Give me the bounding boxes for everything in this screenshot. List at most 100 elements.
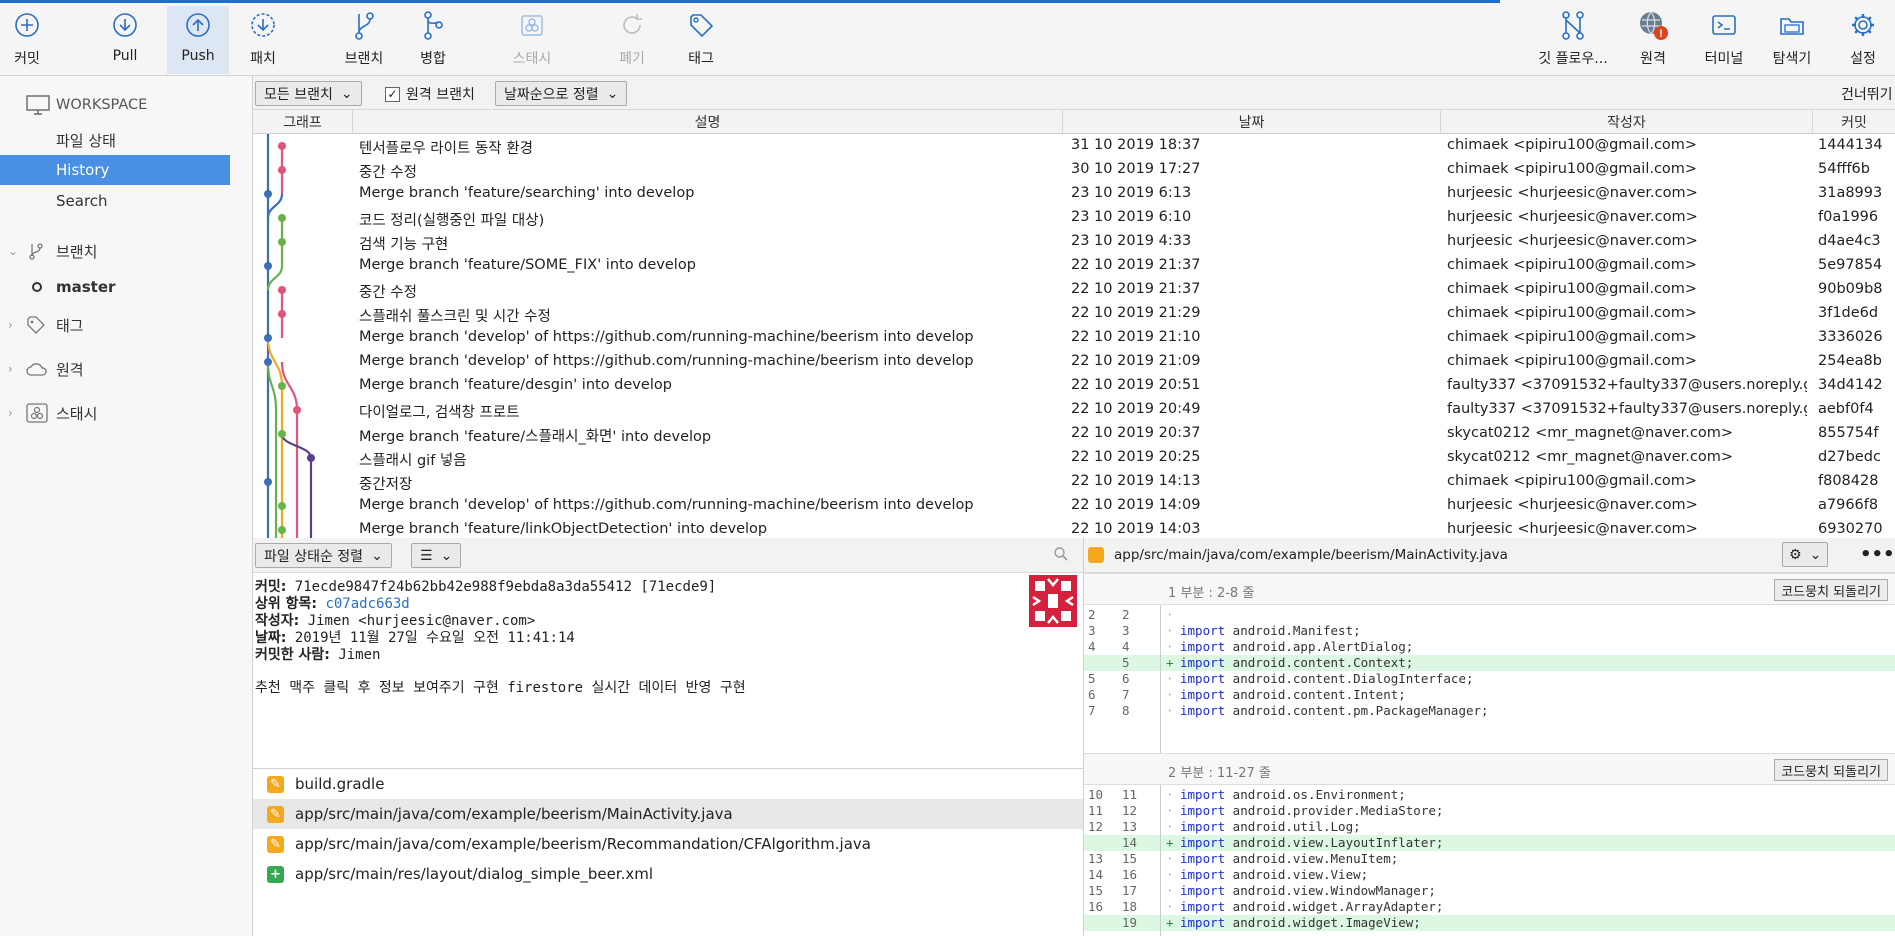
checkbox-checked-icon[interactable]: ✓: [385, 86, 400, 102]
chevron-down-icon: ⌄: [371, 547, 383, 564]
column-header-graph[interactable]: 그래프: [253, 110, 353, 134]
table-row[interactable]: 텐서플로우 라이트 동작 환경 31 10 2019 18:37 chimaek <…: [253, 134, 1895, 158]
remote-button[interactable]: ! 원격: [1630, 6, 1676, 74]
diff-line[interactable]: 4 4 · import android.app.AlertDialog;: [1084, 639, 1895, 655]
discard-button[interactable]: 폐기: [609, 6, 655, 74]
diff-line[interactable]: 15 17 · import android.view.WindowManager;: [1084, 883, 1895, 899]
diff-line[interactable]: 2 2 ·: [1084, 607, 1895, 623]
row-author: hurjeesic <hurjeesic@naver.com>: [1447, 209, 1698, 225]
revert-hunk-button-1[interactable]: 코드뭉치 되돌리기: [1774, 579, 1888, 601]
diff-line[interactable]: 5 6 · import android.content.DialogInterfac…: [1084, 671, 1895, 687]
diff-line[interactable]: 10 11 · import android.os.Environment;: [1084, 787, 1895, 803]
row-author: skycat0212 <mr_magnet@naver.com>: [1447, 425, 1733, 441]
branch-filter-dropdown[interactable]: 모든 브랜치 ⌄: [255, 81, 362, 106]
table-row[interactable]: Merge branch 'feature/linkObjectDetectio…: [253, 518, 1895, 538]
sidebar-section-branches[interactable]: ⌄ 브랜치: [0, 236, 230, 266]
row-commit-hash: 34d4142: [1818, 377, 1883, 393]
diff-line[interactable]: 6 7 · import android.content.Intent;: [1084, 687, 1895, 703]
diff-line[interactable]: 14 16 · import android.view.View;: [1084, 867, 1895, 883]
file-list-item[interactable]: ✎ app/src/main/java/com/example/beerism/R…: [253, 829, 1083, 859]
keyword-token: import: [1180, 671, 1226, 686]
merge-button[interactable]: 병합: [410, 6, 456, 74]
sidebar-item-search[interactable]: Search: [0, 186, 230, 216]
pull-button[interactable]: Pull: [102, 6, 148, 74]
column-header-author[interactable]: 작성자: [1441, 110, 1813, 134]
table-row[interactable]: Merge branch 'feature/desgin' into devel…: [253, 374, 1895, 398]
column-header-date[interactable]: 날짜: [1063, 110, 1441, 134]
revert-hunk-button-2[interactable]: 코드뭉치 되돌리기: [1774, 759, 1888, 781]
push-button[interactable]: Push: [167, 6, 229, 74]
tag-button[interactable]: 태그: [678, 6, 724, 74]
file-path: app/src/main/res/layout/dialog_simple_be…: [295, 865, 654, 883]
diff-line-added[interactable]: 5 + import android.content.Context;: [1084, 655, 1895, 671]
keyword-token: import: [1180, 787, 1226, 802]
table-row[interactable]: 스플래쉬 풀스크린 및 시간 수정 22 10 2019 21:29 chimaek…: [253, 302, 1895, 326]
table-row[interactable]: 중간 수정 30 10 2019 17:27 chimaek <pipiru100@…: [253, 158, 1895, 182]
git-flow-button[interactable]: 깃 플로우...: [1532, 6, 1614, 74]
terminal-button[interactable]: 터미널: [1700, 6, 1748, 74]
remote-branches-label: 원격 브랜치: [406, 87, 475, 103]
diff-line[interactable]: 7 8 · import android.content.pm.PackageMana…: [1084, 703, 1895, 719]
settings-button[interactable]: 설정: [1840, 6, 1886, 74]
chevron-right-icon: ›: [8, 406, 13, 420]
diff-line[interactable]: 3 3 · import android.Manifest;: [1084, 623, 1895, 639]
table-row[interactable]: 중간 수정 22 10 2019 21:37 chimaek <pipiru100@…: [253, 278, 1895, 302]
sidebar-section-remotes[interactable]: › 원격: [0, 354, 230, 384]
current-branch-icon: [32, 282, 42, 292]
sidebar-item-master[interactable]: master: [0, 272, 230, 302]
commit-button[interactable]: 커밋: [4, 6, 50, 74]
row-description: 텐서플로우 라이트 동작 환경: [359, 141, 533, 157]
table-row[interactable]: Merge branch 'feature/searching' into de…: [253, 182, 1895, 206]
diff-line-added[interactable]: 19 + import android.widget.ImageView;: [1084, 915, 1895, 931]
stash-button[interactable]: 스태시: [507, 6, 557, 74]
table-row[interactable]: 다이얼로그, 검색창 프로트 22 10 2019 20:49 faulty337 …: [253, 398, 1895, 422]
table-row[interactable]: Merge branch 'develop' of https://github…: [253, 350, 1895, 374]
more-options-icon[interactable]: •••: [1860, 544, 1895, 565]
column-header-description[interactable]: 설명: [353, 110, 1063, 134]
diff-line[interactable]: 11 12 · import android.provider.MediaStore;: [1084, 803, 1895, 819]
table-row[interactable]: Merge branch 'develop' of https://github…: [253, 326, 1895, 350]
patch-label: 패치: [250, 51, 276, 67]
sidebar-section-tags[interactable]: › 태그: [0, 310, 230, 340]
new-line-number: 18: [1122, 899, 1138, 914]
remote-branches-toggle[interactable]: ✓ 원격 브랜치: [385, 84, 475, 104]
table-row[interactable]: 코드 정리(실행중인 파일 대상) 23 10 2019 6:10 hurjeesi…: [253, 206, 1895, 230]
sidebar-section-stashes[interactable]: › 스태시: [0, 398, 230, 428]
code-text: import android.provider.MediaStore;: [1180, 803, 1444, 818]
explorer-button[interactable]: 탐색기: [1768, 6, 1816, 74]
table-row[interactable]: Merge branch 'develop' of https://github…: [253, 494, 1895, 518]
file-list-item[interactable]: ✎ build.gradle: [253, 769, 1083, 799]
table-row[interactable]: 검색 기능 구현 23 10 2019 4:33 hurjeesic <hurjee…: [253, 230, 1895, 254]
diff-line[interactable]: 13 15 · import android.view.MenuItem;: [1084, 851, 1895, 867]
file-list-item[interactable]: + app/src/main/res/layout/dialog_simple_b…: [253, 859, 1083, 889]
hunk-header-1: 1 부분 : 2-8 줄 코드뭉치 되돌리기: [1084, 573, 1895, 605]
context-marker-icon: ·: [1166, 851, 1174, 866]
patch-button[interactable]: 패치: [240, 6, 286, 74]
table-row[interactable]: 스플래시 gif 넣음 22 10 2019 20:25 skycat0212 <m…: [253, 446, 1895, 470]
diff-options-dropdown[interactable]: ⚙ ⌄: [1782, 542, 1829, 567]
view-mode-dropdown[interactable]: ☰ ⌄: [411, 543, 462, 568]
row-author: chimaek <pipiru100@gmail.com>: [1447, 257, 1698, 273]
diff-gutter-divider: [1160, 785, 1161, 936]
file-list-item[interactable]: ✎ app/src/main/java/com/example/beerism/M…: [253, 799, 1083, 829]
diff-line[interactable]: 12 13 · import android.util.Log;: [1084, 819, 1895, 835]
search-icon[interactable]: [1053, 546, 1069, 566]
new-line-number: 3: [1122, 623, 1130, 638]
column-header-commit[interactable]: 커밋: [1813, 110, 1895, 134]
file-sort-dropdown[interactable]: 파일 상태순 정렬 ⌄: [255, 543, 392, 568]
diff-line-added[interactable]: 14 + import android.view.LayoutInflater;: [1084, 835, 1895, 851]
chevron-right-icon: ›: [8, 362, 13, 376]
sort-order-dropdown[interactable]: 날짜순으로 정렬 ⌄: [495, 81, 628, 106]
branch-button[interactable]: 브랜치: [336, 6, 392, 74]
table-row[interactable]: Merge branch 'feature/SOME_FIX' into dev…: [253, 254, 1895, 278]
table-row[interactable]: 중간저장 22 10 2019 14:13 chimaek <pipiru100@g…: [253, 470, 1895, 494]
table-row[interactable]: Merge branch 'feature/스플래시_화면' into deve…: [253, 422, 1895, 446]
sidebar-item-file-status[interactable]: 파일 상태: [0, 125, 230, 155]
diff-line[interactable]: 16 18 · import android.widget.ArrayAdapter;: [1084, 899, 1895, 915]
commit-label: 커밋: [14, 51, 40, 67]
sidebar-item-history[interactable]: History: [0, 155, 230, 185]
row-description: 중간저장: [359, 477, 413, 493]
skip-link[interactable]: 건너뛰기: [1841, 84, 1893, 104]
stash-label: 스태시: [512, 51, 552, 67]
stash-icon: [518, 6, 546, 44]
